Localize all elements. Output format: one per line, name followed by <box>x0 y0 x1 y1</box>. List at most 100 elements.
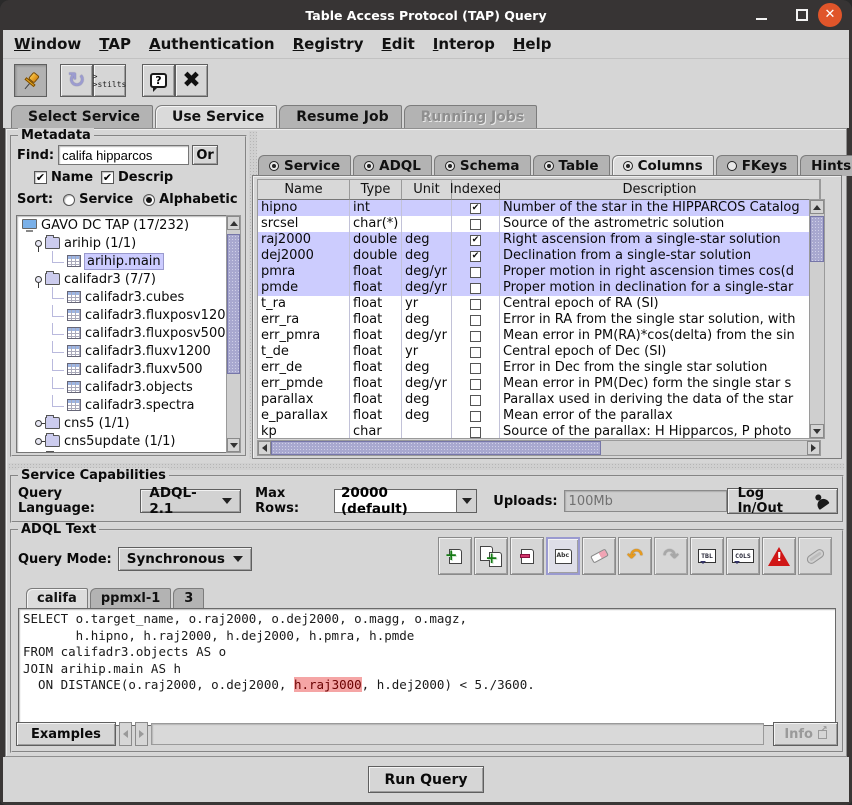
minimize-button[interactable] <box>756 0 772 30</box>
maximize-button[interactable] <box>796 0 808 30</box>
example-prev-button[interactable] <box>119 722 132 746</box>
example-next-button[interactable] <box>135 722 148 746</box>
adql-abc-validate-button[interactable]: Abc <box>546 537 580 575</box>
sort-radio-alphabetic[interactable]: Alphabetic <box>143 192 237 207</box>
adql-query-editor[interactable]: SELECT o.target_name, o.raj2000, o.dej20… <box>18 608 836 726</box>
table-row[interactable]: err_rafloatdegError in RA from the singl… <box>258 312 820 328</box>
titlebar[interactable]: Table Access Protocol (TAP) Query ✕ <box>0 0 852 30</box>
indexed-checkbox[interactable] <box>470 267 481 278</box>
indexed-checkbox[interactable]: ✔ <box>470 251 481 262</box>
toolbar-reload-button[interactable]: ↻ <box>60 64 93 97</box>
indexed-checkbox[interactable] <box>470 283 481 294</box>
tab-schema[interactable]: Schema <box>434 155 531 176</box>
schema-tree[interactable]: GAVO DC TAP (17/232)arihip (1/1)arihip.m… <box>16 215 241 453</box>
tab-adql[interactable]: ADQL <box>353 155 432 176</box>
query-tab-ppmxl-1[interactable]: ppmxl-1 <box>90 588 171 608</box>
close-button[interactable]: ✕ <box>818 3 842 27</box>
run-query-button[interactable]: Run Query <box>368 766 485 793</box>
columns-table[interactable]: NameTypeUnitIndexedDescriptionhipnoint✔N… <box>257 179 821 439</box>
indexed-checkbox[interactable] <box>470 347 481 358</box>
tree-item-cns5[interactable]: cns5 (1/1) <box>17 414 240 432</box>
table-row[interactable]: hipnoint✔Number of the star in the HIPPA… <box>258 200 820 216</box>
indexed-checkbox[interactable] <box>470 379 481 390</box>
adql-insert-table-button[interactable]: TBL <box>690 537 724 575</box>
column-header-description[interactable]: Description <box>500 180 820 200</box>
menu-item-tap[interactable]: TAP <box>90 32 140 56</box>
tree-scrollbar[interactable] <box>226 215 241 453</box>
query-language-select[interactable]: ADQL-2.1 <box>140 489 241 513</box>
tab-columns[interactable]: Columns <box>612 155 714 176</box>
tree-scroll-up-icon[interactable] <box>227 216 240 230</box>
table-row[interactable]: kpcharSource of the parallax: H Hipparco… <box>258 424 820 439</box>
toolbar-pin-button[interactable] <box>14 64 47 97</box>
name-checkbox[interactable]: ✔ Name <box>34 170 93 185</box>
toolbar-stilts-button[interactable]: > >stilts <box>93 64 126 97</box>
indexed-checkbox[interactable] <box>470 315 481 326</box>
tree-item-califadr3-fluxposv500[interactable]: califadr3.fluxposv500 <box>17 324 240 342</box>
find-input[interactable] <box>58 145 189 165</box>
query-tab-califa[interactable]: califa <box>26 588 88 608</box>
tree-expand-handle-icon[interactable] <box>35 240 42 247</box>
tree-expand-handle-icon[interactable] <box>35 276 42 283</box>
menu-item-edit[interactable]: Edit <box>372 32 423 56</box>
menu-item-help[interactable]: Help <box>504 32 561 56</box>
table-row[interactable]: t_defloatyrCentral epoch of Dec (SI) <box>258 344 820 360</box>
indexed-checkbox[interactable] <box>470 299 481 310</box>
sort-radio-service[interactable]: Service <box>63 192 133 207</box>
columns-hscrollbar[interactable] <box>257 440 821 456</box>
adql-erase-button[interactable] <box>582 537 616 575</box>
tab-use-service[interactable]: Use Service <box>155 105 277 128</box>
indexed-checkbox[interactable]: ✔ <box>470 203 481 214</box>
query-tab-3[interactable]: 3 <box>173 588 204 608</box>
tree-item-GAVO[interactable]: GAVO DC TAP (17/232) <box>17 216 240 234</box>
column-header-type[interactable]: Type <box>350 180 402 200</box>
tree-item-califadr3-cubes[interactable]: califadr3.cubes <box>17 288 240 306</box>
columns-hscroll-thumb[interactable] <box>271 441 601 455</box>
columns-scroll-up-icon[interactable] <box>810 200 824 214</box>
tree-item-califadr3-fluxv1200[interactable]: califadr3.fluxv1200 <box>17 342 240 360</box>
adql-add-tab-button[interactable]: + <box>438 537 472 575</box>
tree-item[interactable] <box>17 450 240 453</box>
indexed-checkbox[interactable] <box>470 331 481 342</box>
table-row[interactable]: srcselchar(*)Source of the astrometric s… <box>258 216 820 232</box>
column-header-name[interactable]: Name <box>258 180 350 200</box>
query-mode-select[interactable]: Synchronous <box>118 547 252 571</box>
tree-item-arihip[interactable]: arihip (1/1) <box>17 234 240 252</box>
adql-insert-columns-button[interactable]: COLS <box>726 537 760 575</box>
max-rows-select[interactable]: 20000 (default) <box>334 489 477 513</box>
column-header-unit[interactable]: Unit <box>402 180 452 200</box>
adql-undo-button[interactable]: ↶ <box>618 537 652 575</box>
tree-item-califadr3-objects[interactable]: califadr3.objects <box>17 378 240 396</box>
adql-remove-tab-button[interactable] <box>510 537 544 575</box>
tab-resume-job[interactable]: Resume Job <box>279 105 401 128</box>
login-button[interactable]: Log In/Out <box>727 488 838 514</box>
tree-item-califadr3-spectra[interactable]: califadr3.spectra <box>17 396 240 414</box>
tree-item-califadr3-fluxv500[interactable]: califadr3.fluxv500 <box>17 360 240 378</box>
tab-select-service[interactable]: Select Service <box>11 105 153 128</box>
columns-vscrollbar[interactable] <box>809 199 825 439</box>
tab-service[interactable]: Service <box>258 155 351 176</box>
tab-hints[interactable]: Hints <box>800 155 852 176</box>
info-button[interactable]: Info <box>773 722 838 746</box>
tree-item-califadr3-fluxposv1200[interactable]: califadr3.fluxposv1200 <box>17 306 240 324</box>
table-row[interactable]: pmdefloatdeg/yrProper motion in declinat… <box>258 280 820 296</box>
max-rows-dropdown-button[interactable] <box>457 489 477 513</box>
table-row[interactable]: e_parallaxfloatdegMean error of the para… <box>258 408 820 424</box>
indexed-checkbox[interactable] <box>470 219 481 230</box>
or-button[interactable]: Or <box>192 145 218 165</box>
indexed-checkbox[interactable] <box>470 411 481 422</box>
table-row[interactable]: dej2000doubledeg✔Declination from a sing… <box>258 248 820 264</box>
tree-scroll-thumb[interactable] <box>227 234 240 374</box>
toolbar-help-button[interactable]: ? <box>142 64 175 97</box>
indexed-checkbox[interactable] <box>470 395 481 406</box>
descrip-checkbox[interactable]: ✔ Descrip <box>101 170 173 185</box>
tree-item-cns5update[interactable]: cns5update (1/1) <box>17 432 240 450</box>
table-row[interactable]: pmrafloatdeg/yrProper motion in right as… <box>258 264 820 280</box>
examples-button[interactable]: Examples <box>16 722 116 746</box>
tab-table[interactable]: Table <box>533 155 610 176</box>
tree-item-califadr3[interactable]: califadr3 (7/7) <box>17 270 240 288</box>
table-row[interactable]: parallaxfloatdegParallax used in derivin… <box>258 392 820 408</box>
table-row[interactable]: err_pmrafloatdeg/yrMean error in PM(RA)*… <box>258 328 820 344</box>
columns-scroll-right-icon[interactable] <box>807 441 820 455</box>
table-row[interactable]: err_defloatdegError in Dec from the sing… <box>258 360 820 376</box>
